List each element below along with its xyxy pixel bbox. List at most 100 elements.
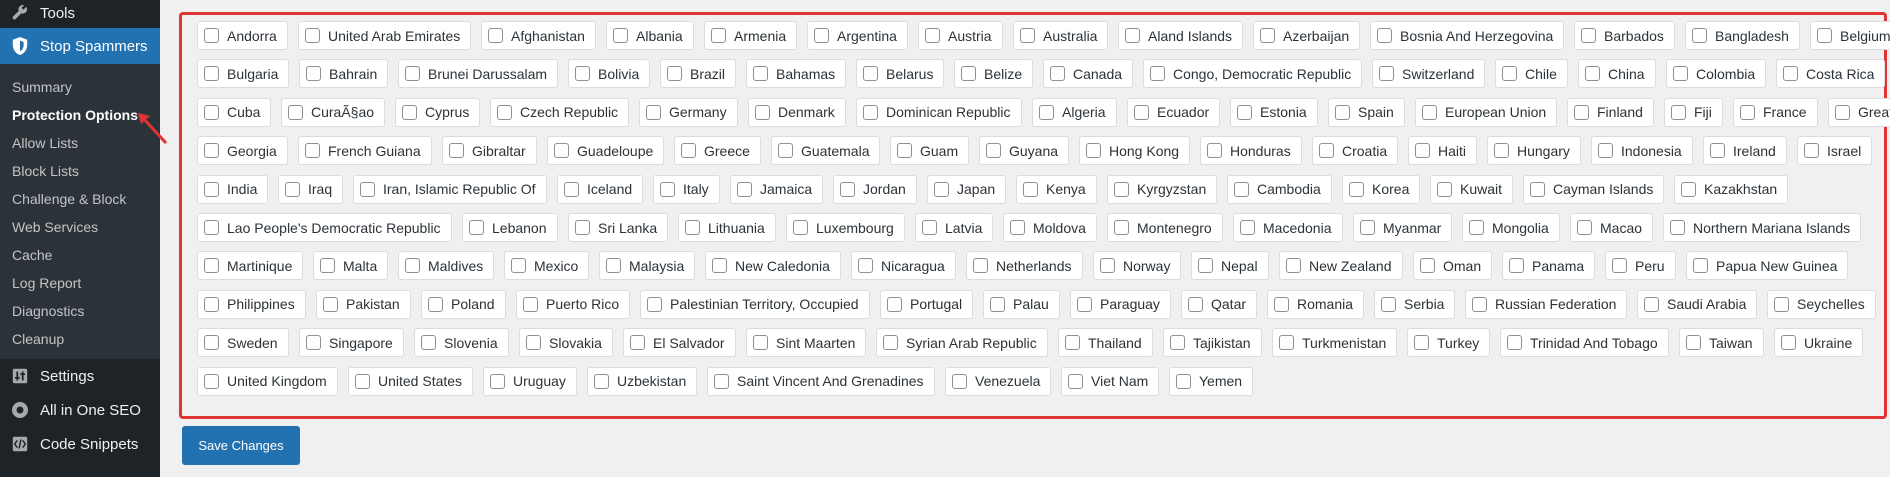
country-option[interactable]: Austria	[918, 21, 1003, 50]
country-option[interactable]: Armenia	[704, 21, 798, 50]
country-checkbox[interactable]	[755, 104, 770, 120]
country-checkbox[interactable]	[1114, 220, 1129, 235]
country-checkbox[interactable]	[1581, 28, 1596, 43]
country-option[interactable]: Guadeloupe	[547, 136, 665, 166]
country-option[interactable]: Bulgaria	[197, 59, 290, 89]
country-checkbox[interactable]	[1360, 220, 1375, 235]
country-checkbox[interactable]	[1469, 220, 1484, 235]
country-option[interactable]: Germany	[639, 97, 738, 127]
country-checkbox[interactable]	[1817, 28, 1832, 43]
country-checkbox[interactable]	[306, 335, 321, 351]
country-option[interactable]: Israel	[1797, 136, 1873, 166]
country-option[interactable]: Peru	[1605, 251, 1676, 281]
country-option[interactable]: Afghanistan	[481, 21, 596, 50]
country-option[interactable]: Oman	[1413, 251, 1493, 281]
country-option[interactable]: Canada	[1043, 59, 1134, 89]
country-option[interactable]: Iceland	[557, 174, 644, 204]
country-option[interactable]: Iran, Islamic Republic Of	[353, 174, 547, 204]
menu-settings[interactable]: Settings	[0, 359, 160, 393]
country-checkbox[interactable]	[1065, 335, 1080, 351]
country-checkbox[interactable]	[1077, 296, 1092, 312]
menu-stop-spammers[interactable]: Stop Spammers	[0, 28, 160, 64]
country-option[interactable]: Gibraltar	[442, 136, 537, 166]
country-checkbox[interactable]	[355, 373, 370, 389]
country-checkbox[interactable]	[1414, 335, 1429, 351]
country-checkbox[interactable]	[288, 104, 303, 120]
country-checkbox[interactable]	[204, 373, 219, 389]
country-option[interactable]: Barbados	[1574, 21, 1675, 50]
country-checkbox[interactable]	[449, 143, 464, 159]
country-checkbox[interactable]	[1671, 104, 1686, 120]
country-checkbox[interactable]	[1319, 143, 1334, 159]
country-checkbox[interactable]	[1804, 143, 1819, 159]
country-checkbox[interactable]	[575, 220, 590, 235]
country-checkbox[interactable]	[204, 220, 219, 235]
submenu-diagnostics[interactable]: Diagnostics	[0, 297, 160, 325]
country-option[interactable]: Portugal	[880, 289, 974, 319]
country-option[interactable]: Jamaica	[730, 174, 824, 204]
country-option[interactable]: Cambodia	[1227, 174, 1332, 204]
country-checkbox[interactable]	[863, 104, 878, 120]
country-checkbox[interactable]	[428, 296, 443, 312]
country-checkbox[interactable]	[305, 28, 320, 43]
country-option[interactable]: Sweden	[197, 328, 289, 358]
country-checkbox[interactable]	[594, 373, 609, 389]
country-option[interactable]: Trinidad And Tobago	[1500, 328, 1669, 358]
country-checkbox[interactable]	[858, 258, 873, 274]
country-checkbox[interactable]	[1023, 181, 1038, 197]
country-checkbox[interactable]	[1415, 143, 1430, 159]
country-option[interactable]: Belarus	[856, 59, 945, 89]
country-option[interactable]: CuraÃ§ao	[281, 97, 386, 127]
country-checkbox[interactable]	[1274, 296, 1289, 312]
country-option[interactable]: Palau	[983, 289, 1060, 319]
country-checkbox[interactable]	[613, 28, 628, 43]
country-checkbox[interactable]	[1420, 258, 1435, 274]
country-option[interactable]: Spain	[1328, 97, 1405, 127]
country-option[interactable]: Ireland	[1703, 136, 1787, 166]
country-checkbox[interactable]	[1207, 143, 1222, 159]
country-option[interactable]: Palestinian Territory, Occupied	[640, 289, 870, 319]
country-option[interactable]: Kenya	[1016, 174, 1097, 204]
country-checkbox[interactable]	[1530, 181, 1545, 197]
country-checkbox[interactable]	[660, 181, 675, 197]
country-option[interactable]: Poland	[421, 289, 506, 319]
country-checkbox[interactable]	[1381, 296, 1396, 312]
country-option[interactable]: Kazakhstan	[1674, 174, 1789, 204]
country-option[interactable]: Jordan	[833, 174, 917, 204]
country-option[interactable]: United States	[348, 366, 474, 396]
country-option[interactable]: Kyrgyzstan	[1107, 174, 1218, 204]
country-checkbox[interactable]	[1170, 335, 1185, 351]
country-checkbox[interactable]	[922, 220, 937, 235]
country-checkbox[interactable]	[934, 181, 949, 197]
country-option[interactable]: Saint Vincent And Grenadines	[707, 366, 935, 396]
country-option[interactable]: Congo, Democratic Republic	[1143, 59, 1363, 89]
country-checkbox[interactable]	[204, 258, 219, 274]
country-checkbox[interactable]	[1644, 296, 1659, 312]
country-checkbox[interactable]	[1507, 335, 1522, 351]
country-option[interactable]: Nicaragua	[851, 251, 956, 281]
country-checkbox[interactable]	[647, 296, 662, 312]
country-option[interactable]: Aland Islands	[1118, 21, 1244, 50]
country-option[interactable]: Venezuela	[945, 366, 1052, 396]
country-checkbox[interactable]	[490, 373, 505, 389]
country-option[interactable]: Algeria	[1032, 97, 1117, 127]
save-changes-button[interactable]: Save Changes	[182, 426, 300, 465]
country-checkbox[interactable]	[421, 335, 436, 351]
country-checkbox[interactable]	[1335, 104, 1350, 120]
country-option[interactable]: China	[1578, 59, 1656, 89]
country-checkbox[interactable]	[667, 66, 682, 82]
country-checkbox[interactable]	[685, 220, 700, 235]
country-checkbox[interactable]	[204, 143, 219, 159]
submenu-summary[interactable]: Summary	[0, 73, 160, 101]
country-option[interactable]: Uzbekistan	[587, 366, 698, 396]
country-option[interactable]: Cayman Islands	[1523, 174, 1665, 204]
country-option[interactable]: Moldova	[1003, 213, 1097, 242]
country-checkbox[interactable]	[925, 28, 940, 43]
country-option[interactable]: Costa Rica	[1776, 59, 1886, 89]
country-option[interactable]: Romania	[1267, 289, 1365, 319]
country-option[interactable]: Korea	[1342, 174, 1421, 204]
country-option[interactable]: Bosnia And Herzegovina	[1370, 21, 1565, 50]
country-option[interactable]: Montenegro	[1107, 213, 1223, 242]
country-option[interactable]: Belize	[954, 59, 1034, 89]
submenu-challenge-block[interactable]: Challenge & Block	[0, 185, 160, 213]
